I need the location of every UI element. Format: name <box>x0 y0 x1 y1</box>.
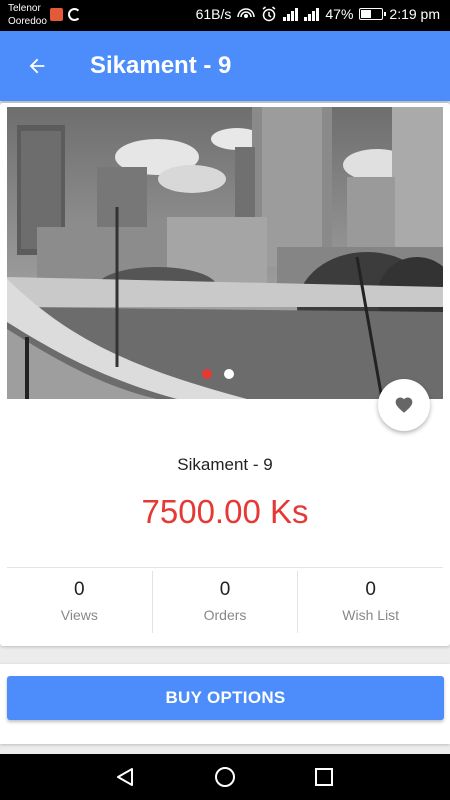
alarm-icon <box>262 6 276 22</box>
notification-icon <box>50 8 63 21</box>
app-bar: Sikament - 9 <box>0 31 450 101</box>
triangle-back-icon <box>117 768 133 786</box>
nav-back-button[interactable] <box>112 764 138 790</box>
status-bar: Telenor Ooredoo 61B/s 47% 2:19 pm <box>0 0 450 31</box>
nav-recents-button[interactable] <box>311 764 337 790</box>
stat-label: Wish List <box>342 607 400 623</box>
sync-icon <box>68 8 81 21</box>
city-photo <box>7 107 443 399</box>
square-recents-icon <box>315 768 333 786</box>
clock: 2:19 pm <box>389 6 440 22</box>
carousel-dot-1[interactable] <box>202 369 212 379</box>
carrier-line-1: Telenor <box>8 3 41 14</box>
stat-label: Orders <box>203 607 247 623</box>
product-image-carousel[interactable] <box>7 107 443 399</box>
nav-home-button[interactable] <box>212 764 238 790</box>
back-button[interactable] <box>20 49 54 83</box>
stat-value: 0 <box>365 579 376 600</box>
product-card: Sikament - 9 7500.00 Ks 0 Views 0 Orders… <box>0 103 450 646</box>
carrier-line-2: Ooredoo <box>8 16 47 27</box>
stat-wish-list: 0 Wish List <box>297 571 443 633</box>
battery-icon <box>359 8 387 20</box>
carrier-label: Telenor Ooredoo <box>8 2 47 28</box>
favorite-button[interactable] <box>378 379 430 431</box>
product-name: Sikament - 9 <box>177 455 273 474</box>
heart-icon <box>395 397 413 413</box>
signal-2-icon <box>304 7 320 21</box>
product-stats: 0 Views 0 Orders 0 Wish List <box>7 571 443 633</box>
buy-options-button[interactable]: BUY OPTIONS <box>7 676 444 720</box>
system-nav-bar <box>0 754 450 800</box>
stat-value: 0 <box>219 579 231 600</box>
battery-percent: 47% <box>325 6 354 22</box>
hotspot-icon <box>237 8 256 18</box>
stat-label: Views <box>60 607 98 623</box>
signal-1-icon <box>283 7 299 21</box>
divider <box>7 567 443 568</box>
page-title: Sikament - 9 <box>90 52 232 79</box>
stat-value: 0 <box>74 579 85 600</box>
carousel-dot-2[interactable] <box>224 369 234 379</box>
product-price: 7500.00 Ks <box>141 493 309 530</box>
arrow-back-icon <box>29 58 45 74</box>
net-speed: 61B/s <box>195 6 232 22</box>
circle-home-icon <box>215 767 235 787</box>
stat-views: 0 Views <box>7 571 152 633</box>
stat-orders: 0 Orders <box>151 571 298 633</box>
buy-options-card: BUY OPTIONS <box>0 664 450 744</box>
